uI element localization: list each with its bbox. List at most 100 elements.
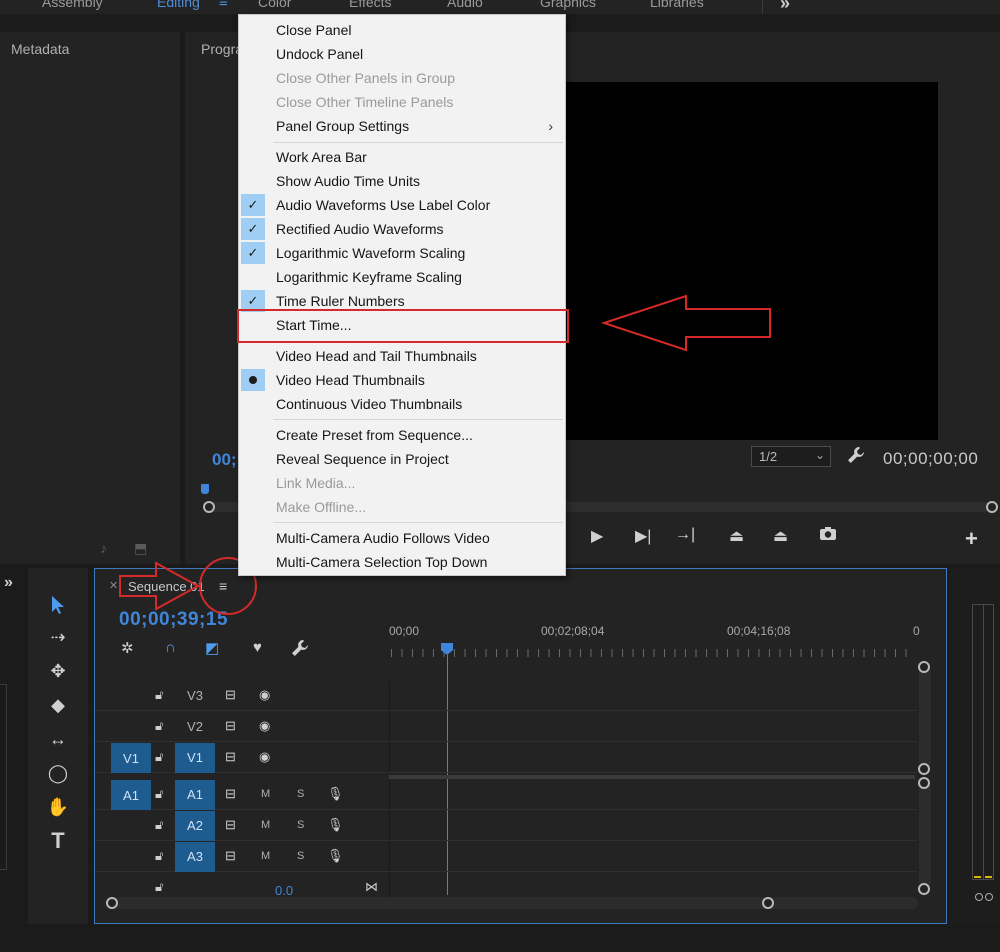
- lock-icon[interactable]: 🔓︎: [155, 687, 163, 703]
- lock-icon[interactable]: 🔓︎: [155, 786, 163, 802]
- lift-icon[interactable]: ⏏: [729, 526, 744, 546]
- solo-button[interactable]: S: [297, 850, 304, 862]
- menu-item-close-panel[interactable]: Close Panel: [239, 18, 565, 42]
- step-forward-icon[interactable]: ▶|: [635, 526, 651, 546]
- sync-lock-icon[interactable]: ⊟: [225, 718, 236, 734]
- track-name-v2[interactable]: V2: [175, 719, 215, 734]
- menu-item-continuous-video-thumbnails[interactable]: Continuous Video Thumbnails: [239, 392, 565, 416]
- mute-button[interactable]: M: [261, 788, 270, 800]
- add-marker-icon[interactable]: ♥: [253, 639, 262, 656]
- menu-item-panel-group-settings[interactable]: Panel Group Settings ›: [239, 114, 565, 138]
- workspace-menu-icon[interactable]: ≡: [219, 0, 228, 11]
- type-tool-icon[interactable]: T: [45, 828, 71, 854]
- mute-button[interactable]: M: [261, 819, 270, 831]
- timeline-zoom-scrollbar[interactable]: [106, 897, 918, 909]
- menu-item-rectified-audio-waveforms[interactable]: ✓ Rectified Audio Waveforms: [239, 217, 565, 241]
- extract-icon[interactable]: ⏏: [773, 526, 788, 546]
- track-name-v1[interactable]: V1: [175, 743, 215, 773]
- solo-button[interactable]: S: [297, 819, 304, 831]
- settings-wrench-icon[interactable]: [847, 446, 865, 469]
- playhead-timecode[interactable]: 00;: [212, 450, 237, 470]
- audio-video-divider[interactable]: [389, 775, 915, 779]
- more-workspaces-icon[interactable]: »: [780, 0, 790, 14]
- track-select-tool-icon[interactable]: ⇢: [45, 624, 71, 650]
- video-track-scrollbar[interactable]: [918, 661, 931, 775]
- master-volume-value[interactable]: 0.0: [275, 883, 293, 898]
- workspace-tab-assembly[interactable]: Assembly: [42, 0, 103, 10]
- lock-icon[interactable]: 🔓︎: [155, 817, 163, 833]
- menu-item-audio-waveforms-use-label-color[interactable]: ✓ Audio Waveforms Use Label Color: [239, 193, 565, 217]
- eye-icon[interactable]: ◉: [259, 687, 270, 703]
- timeline-settings-wrench-icon[interactable]: [291, 639, 309, 661]
- menu-item-close-other-timeline-panels[interactable]: Close Other Timeline Panels: [239, 90, 565, 114]
- menu-item-link-media[interactable]: Link Media...: [239, 471, 565, 495]
- zoom-handle-right[interactable]: [762, 897, 774, 909]
- workspace-tab-libraries[interactable]: Libraries: [650, 0, 704, 10]
- zoom-handle-left[interactable]: [106, 897, 118, 909]
- microphone-icon[interactable]: 🎙︎: [327, 848, 344, 864]
- audio-track-scrollbar[interactable]: [918, 777, 931, 895]
- menu-item-work-area-bar[interactable]: Work Area Bar: [239, 145, 565, 169]
- panel-menu-icon[interactable]: ≡: [219, 578, 227, 594]
- razor-tool-icon[interactable]: ◆: [45, 692, 71, 718]
- scroll-handle-top[interactable]: [918, 661, 930, 673]
- close-tab-icon[interactable]: ✕: [109, 579, 118, 592]
- workspace-tab-color[interactable]: Color: [258, 0, 291, 10]
- eye-icon[interactable]: ◉: [259, 718, 270, 734]
- zoom-handle-left[interactable]: [203, 501, 215, 513]
- go-to-out-icon[interactable]: →|: [675, 526, 695, 544]
- workspace-tab-effects[interactable]: Effects: [349, 0, 392, 10]
- go-to-end-icon[interactable]: ⋈: [365, 879, 378, 895]
- track-name-a2[interactable]: A2: [175, 811, 215, 841]
- lock-icon[interactable]: 🔓︎: [155, 879, 163, 895]
- resolution-select[interactable]: 1/2 ⌄: [751, 446, 831, 467]
- microphone-icon[interactable]: 🎙︎: [327, 786, 344, 802]
- sync-lock-icon[interactable]: ⊟: [225, 817, 236, 833]
- menu-item-make-offline[interactable]: Make Offline...: [239, 495, 565, 519]
- workspace-tab-audio[interactable]: Audio: [447, 0, 483, 10]
- menu-item-video-head-thumbnails[interactable]: Video Head Thumbnails: [239, 368, 565, 392]
- selection-tool-icon[interactable]: [45, 592, 71, 618]
- mute-button[interactable]: M: [261, 850, 270, 862]
- track-name-a1[interactable]: A1: [175, 780, 215, 810]
- track-name-v3[interactable]: V3: [175, 688, 215, 703]
- slip-tool-icon[interactable]: ↔: [45, 726, 71, 752]
- timeline-timecode[interactable]: 00;00;39;15: [119, 609, 228, 631]
- source-patch-v1[interactable]: V1: [111, 743, 151, 773]
- menu-item-show-audio-time-units[interactable]: Show Audio Time Units: [239, 169, 565, 193]
- menu-item-reveal-sequence-in-project[interactable]: Reveal Sequence in Project: [239, 447, 565, 471]
- menu-item-create-preset-from-sequence[interactable]: Create Preset from Sequence...: [239, 423, 565, 447]
- sync-lock-icon[interactable]: ⊟: [225, 749, 236, 765]
- expand-panel-icon[interactable]: »: [4, 574, 13, 592]
- workspace-tab-editing[interactable]: Editing: [157, 0, 200, 10]
- sync-lock-icon[interactable]: ⊟: [225, 786, 236, 802]
- time-ruler[interactable]: [391, 649, 914, 657]
- zoom-handle-right[interactable]: [986, 501, 998, 513]
- metadata-panel-title[interactable]: Metadata: [11, 41, 69, 57]
- lock-icon[interactable]: 🔓︎: [155, 718, 163, 734]
- sync-lock-icon[interactable]: ⊟: [225, 687, 236, 703]
- solo-right-button[interactable]: [985, 893, 993, 901]
- pen-tool-icon[interactable]: ◯: [45, 760, 71, 786]
- menu-item-logarithmic-keyframe-scaling[interactable]: Logarithmic Keyframe Scaling: [239, 265, 565, 289]
- menu-item-logarithmic-waveform-scaling[interactable]: ✓ Logarithmic Waveform Scaling: [239, 241, 565, 265]
- track-name-a3[interactable]: A3: [175, 842, 215, 872]
- scroll-handle-bottom[interactable]: [918, 763, 930, 775]
- linked-selection-icon[interactable]: ◩: [205, 639, 219, 657]
- sync-lock-icon[interactable]: ⊟: [225, 848, 236, 864]
- button-editor-add-icon[interactable]: +: [965, 526, 978, 552]
- menu-item-undock-panel[interactable]: Undock Panel: [239, 42, 565, 66]
- menu-item-video-head-and-tail-thumbnails[interactable]: Video Head and Tail Thumbnails: [239, 344, 565, 368]
- menu-item-close-other-panels-in-group[interactable]: Close Other Panels in Group: [239, 66, 565, 90]
- eye-icon[interactable]: ◉: [259, 749, 270, 765]
- lock-icon[interactable]: 🔓︎: [155, 749, 163, 765]
- export-frame-icon[interactable]: [819, 526, 837, 546]
- solo-left-button[interactable]: [975, 893, 983, 901]
- nest-icon[interactable]: ✲: [121, 639, 134, 657]
- snap-icon[interactable]: ∩: [165, 639, 176, 656]
- menu-item-multi-camera-audio-follows-video[interactable]: Multi-Camera Audio Follows Video: [239, 526, 565, 550]
- scroll-handle-bottom[interactable]: [918, 883, 930, 895]
- sequence-tab[interactable]: Sequence 01: [128, 579, 205, 594]
- solo-button[interactable]: S: [297, 788, 304, 800]
- scroll-handle-top[interactable]: [918, 777, 930, 789]
